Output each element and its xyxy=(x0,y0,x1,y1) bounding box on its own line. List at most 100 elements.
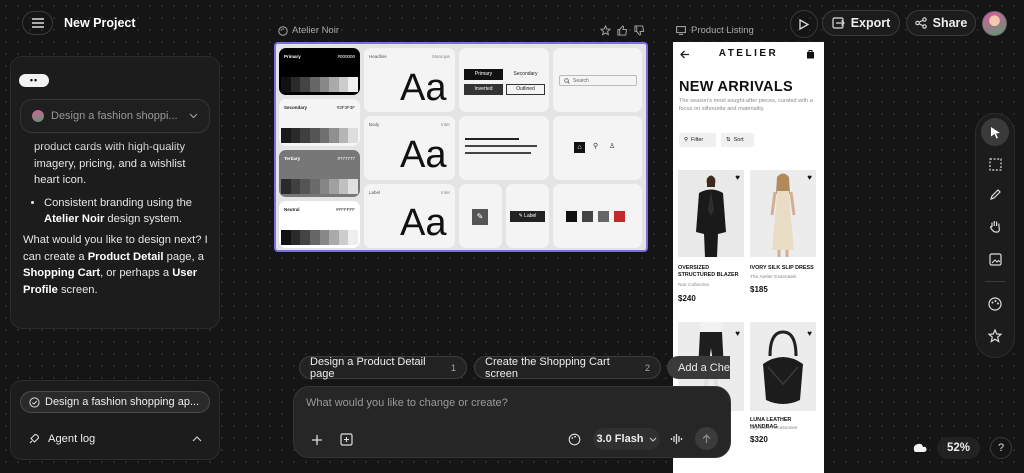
palette-icon[interactable] xyxy=(568,433,581,446)
image-tool[interactable] xyxy=(979,243,1011,275)
color-swatch-primary: Primary #000000 xyxy=(279,48,360,95)
toolbar-divider xyxy=(985,281,1005,282)
sort-icon: ⇅ xyxy=(726,137,731,143)
agent-log-toggle[interactable]: Agent log xyxy=(20,428,210,450)
prompt-select-label: Design a fashion shoppi... xyxy=(51,110,178,122)
hand-icon xyxy=(989,221,1000,233)
suggestion-label: Create the Shopping Cart screen xyxy=(485,355,610,380)
chat-message: product cards with high-quality imagery,… xyxy=(23,133,213,298)
wishlist-heart-icon[interactable]: ♥ xyxy=(735,329,740,338)
product-card-dress[interactable]: ♥ xyxy=(750,170,816,257)
prompt-select[interactable]: Design a fashion shoppi... xyxy=(20,99,210,133)
frame-label-product-listing[interactable]: Product Listing xyxy=(676,25,754,36)
send-button[interactable] xyxy=(695,427,718,450)
pen-icon xyxy=(989,188,1001,200)
chat-line: imagery, pricing, and a wishlist xyxy=(34,157,186,170)
product-image-blazer xyxy=(696,175,726,257)
delete-icon xyxy=(614,211,625,222)
sort-label: Sort xyxy=(733,137,744,143)
type-sample-headline: Headline Manrope Aa xyxy=(364,48,455,112)
listing-subtitle: The season's most sought-after pieces, c… xyxy=(679,98,813,112)
share-label: Share xyxy=(932,16,968,30)
share-icon xyxy=(914,17,927,29)
suggestion-label: Design a Product Detail page xyxy=(310,355,426,380)
wishlist-heart-icon[interactable]: ♥ xyxy=(807,173,812,182)
icon-nav-sample: ⌂ ⚲ ♙ xyxy=(553,116,642,180)
play-button[interactable] xyxy=(790,10,818,38)
mode-indicator-overlay: •• xyxy=(19,74,49,87)
sample-primary-button: Primary xyxy=(464,69,503,80)
thumbs-up-icon[interactable] xyxy=(617,25,628,36)
product-name: IVORY SILK SLIP DRESS xyxy=(750,265,814,271)
brand-logo: ATELIER xyxy=(718,48,779,59)
tool-icon xyxy=(566,211,577,222)
composer: What would you like to change or create?… xyxy=(293,386,731,458)
tag-icon xyxy=(598,211,609,222)
filter-button[interactable]: ⚲ Filter xyxy=(679,133,716,147)
chat-question: What would you like to design next? I ca… xyxy=(23,233,208,296)
product-collection: Signature Accessories xyxy=(750,426,798,431)
filter-icon: ⚲ xyxy=(684,137,689,143)
thumbs-down-icon[interactable] xyxy=(634,25,645,36)
product-name: OVERSIZED STRUCTURED BLAZER xyxy=(678,265,739,279)
suggestion-chip[interactable]: Add a Chec xyxy=(667,356,730,379)
frame-tool[interactable] xyxy=(979,148,1011,180)
avatar[interactable] xyxy=(982,11,1007,36)
composer-input[interactable]: What would you like to change or create? xyxy=(306,397,706,409)
play-icon xyxy=(799,18,809,30)
active-task-label: Design a fashion shopping ap... xyxy=(45,396,200,408)
label-chip-sample: ✎ Label xyxy=(506,184,549,248)
zoom-control[interactable]: 52% xyxy=(937,437,980,459)
product-price: $320 xyxy=(750,435,768,444)
model-select[interactable]: 3.0 Flash xyxy=(593,428,660,450)
favorites-tool[interactable] xyxy=(979,320,1011,352)
hand-tool[interactable] xyxy=(979,210,1011,242)
color-swatch-tertiary: Tertiary #777777 xyxy=(279,150,360,197)
sample-secondary-button: Secondary xyxy=(513,71,538,77)
listing-heading: NEW ARRIVALS xyxy=(679,79,793,95)
chat-panel: •• Design a fashion shoppi... product ca… xyxy=(10,56,220,329)
plus-icon[interactable] xyxy=(311,434,323,446)
menu-button[interactable] xyxy=(22,11,53,35)
chevron-up-icon xyxy=(192,436,202,442)
search-sample: Search xyxy=(553,48,642,112)
pen-tool[interactable] xyxy=(979,178,1011,210)
export-icon xyxy=(832,17,845,29)
sort-button[interactable]: ⇅ Sort xyxy=(721,133,754,147)
star-icon xyxy=(988,329,1002,343)
bag-icon[interactable] xyxy=(806,49,815,59)
product-card-blazer[interactable]: ♥ xyxy=(678,170,744,257)
color-swatch-neutral: Neutral #FFFFFF xyxy=(279,201,360,248)
wishlist-heart-icon[interactable]: ♥ xyxy=(735,173,740,182)
menu-icon xyxy=(31,18,44,28)
product-price: $185 xyxy=(750,285,768,294)
type-sample-body: Body Inter Aa xyxy=(364,116,455,180)
help-button[interactable]: ? xyxy=(990,437,1012,459)
star-icon[interactable] xyxy=(600,25,611,36)
export-label: Export xyxy=(850,16,891,30)
cursor-icon xyxy=(990,126,1000,138)
active-task-chip[interactable]: Design a fashion shopping ap... xyxy=(20,391,210,413)
button-samples: Primary Secondary Inverted Outlined xyxy=(459,48,549,112)
palette-tool[interactable] xyxy=(979,288,1011,320)
image-icon xyxy=(988,252,1002,266)
filter-label: Filter xyxy=(691,137,704,143)
wishlist-heart-icon[interactable]: ♥ xyxy=(807,329,812,338)
palette-icon xyxy=(278,25,288,36)
design-system-frame[interactable]: Primary #000000 Secondary #3F3F3F Tertia… xyxy=(274,42,648,252)
chevron-down-icon xyxy=(189,113,198,119)
export-button[interactable]: Export xyxy=(822,10,900,36)
voice-wave-icon[interactable] xyxy=(670,433,683,445)
arrow-up-icon xyxy=(702,433,711,443)
frame-label-design-system[interactable]: Atelier Noir xyxy=(278,25,339,36)
add-media-icon[interactable] xyxy=(340,433,353,446)
icon-row-sample xyxy=(553,184,642,248)
share-button[interactable]: Share xyxy=(906,10,976,36)
pencil-icon: ✎ xyxy=(472,209,488,225)
monitor-icon xyxy=(676,26,686,35)
suggestion-chip[interactable]: Create the Shopping Cart screen 2 xyxy=(474,355,661,380)
palette-icon xyxy=(988,297,1002,311)
select-tool[interactable] xyxy=(981,118,1009,146)
suggestion-chip[interactable]: Design a Product Detail page 1 xyxy=(299,355,467,380)
product-card-handbag[interactable]: ♥ xyxy=(750,322,816,411)
